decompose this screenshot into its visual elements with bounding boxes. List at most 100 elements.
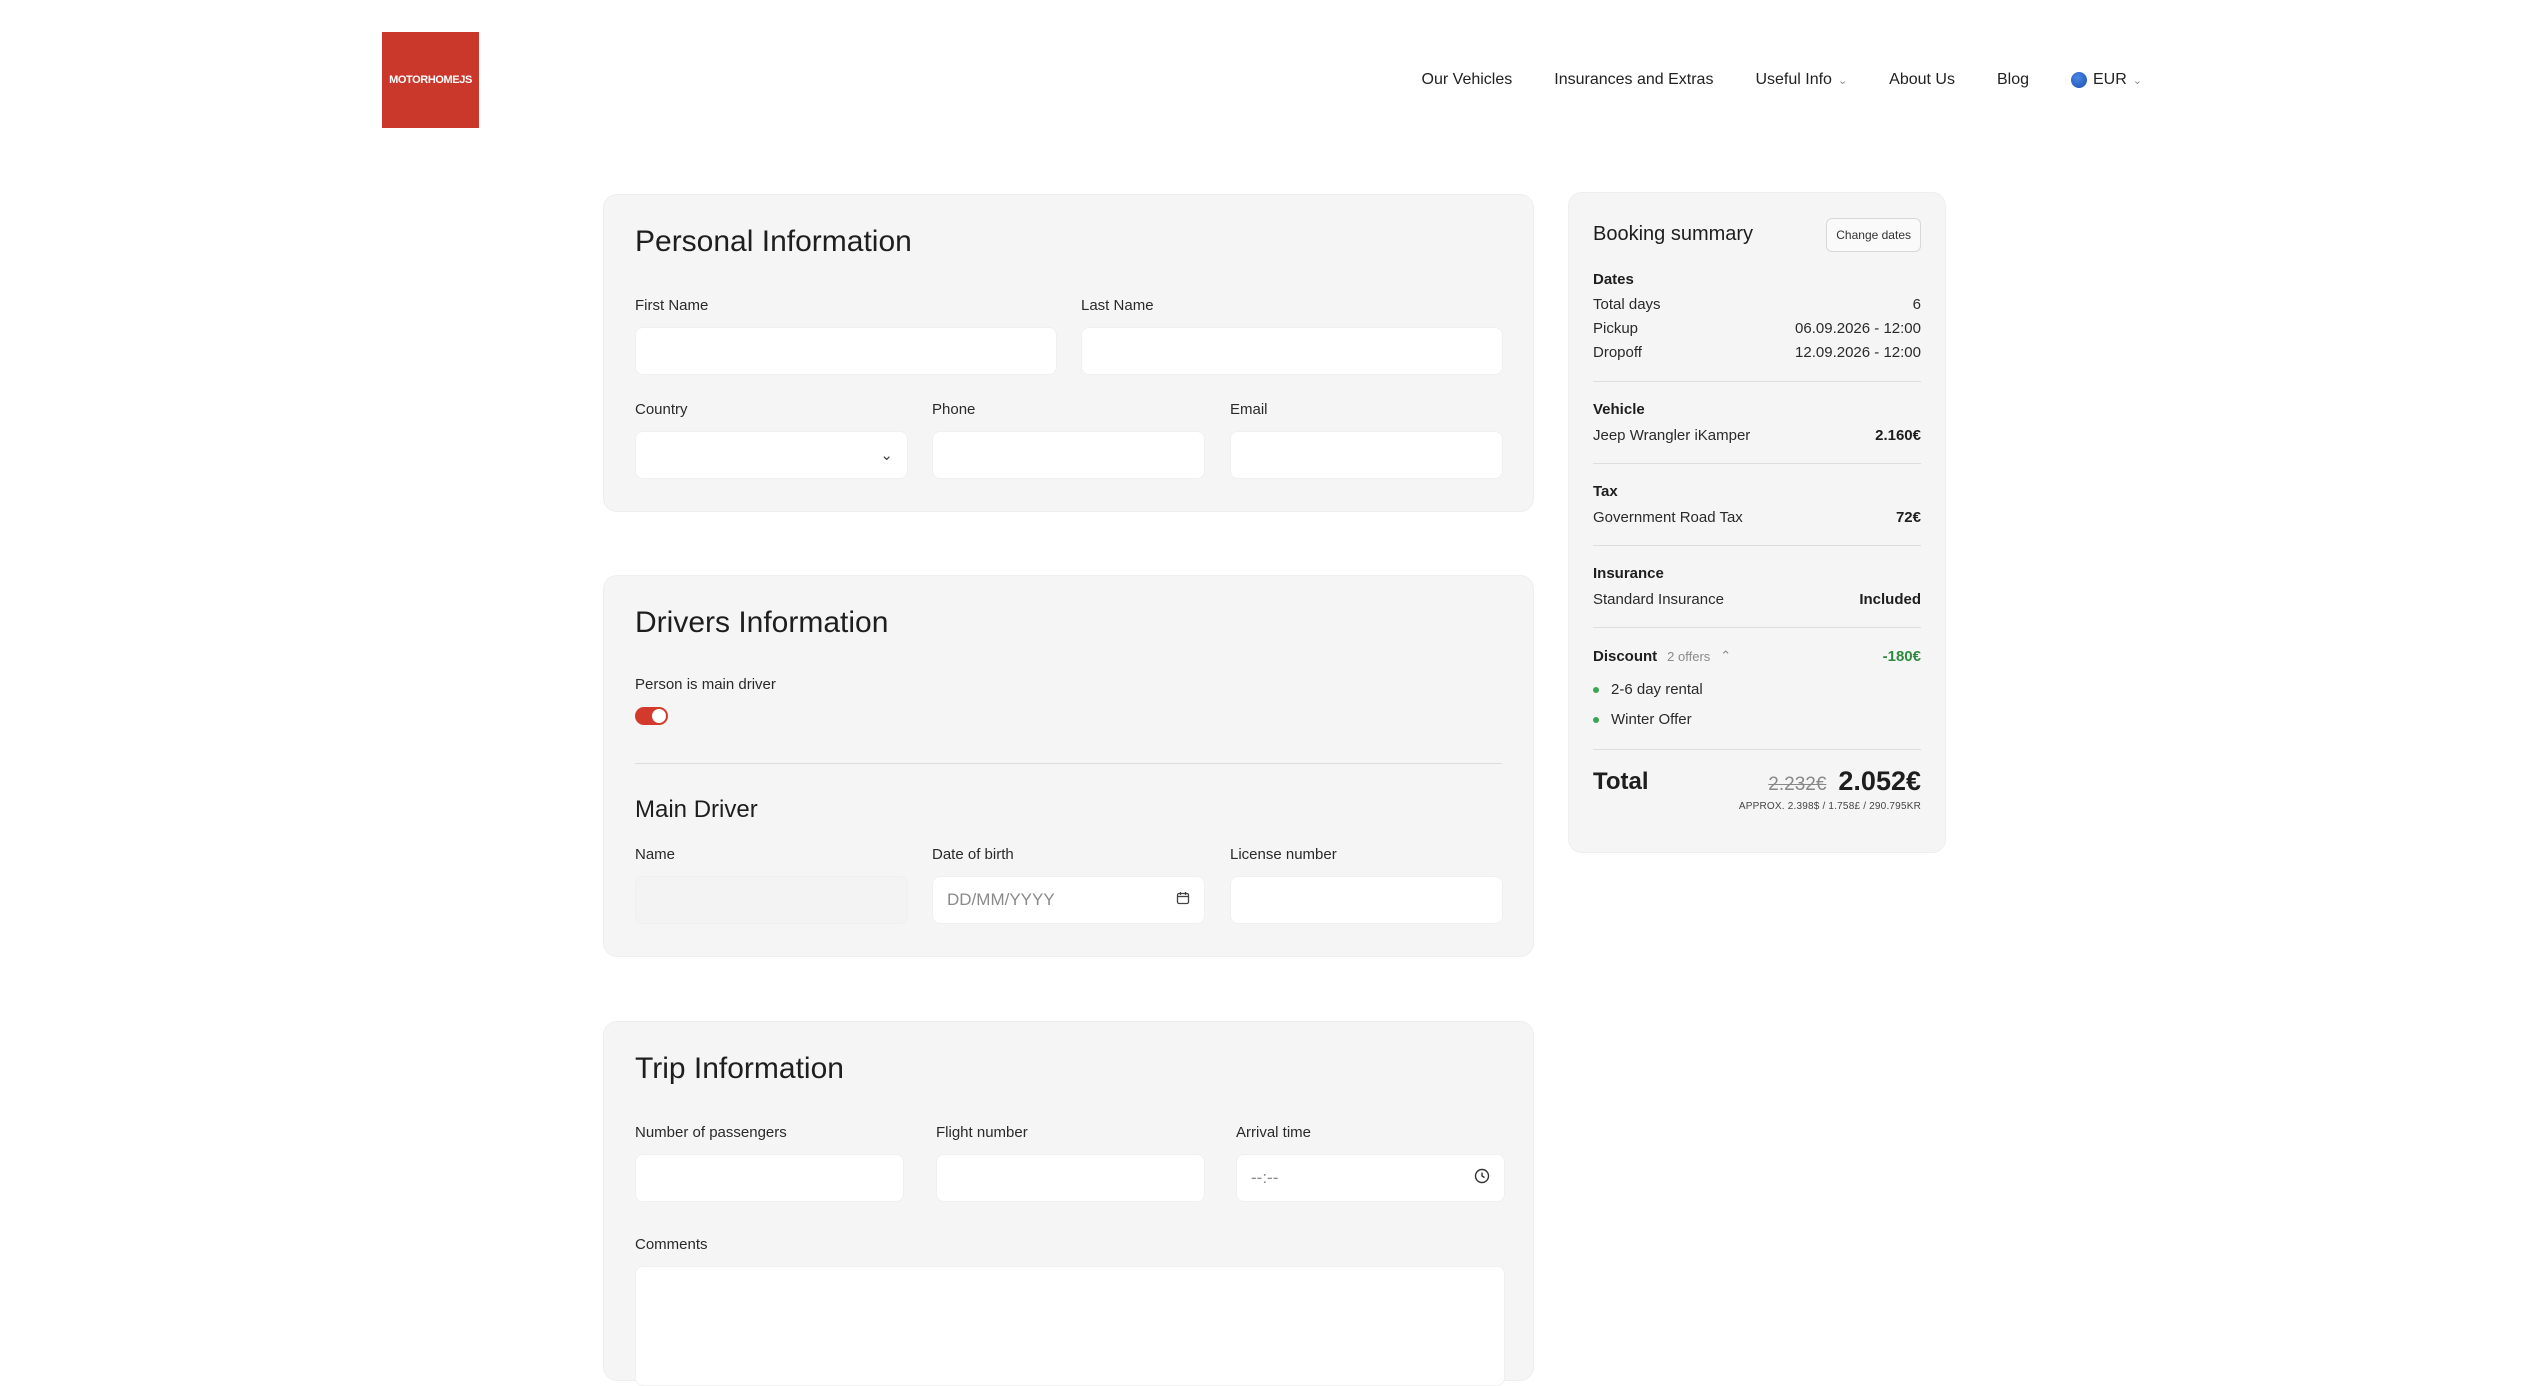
nav-label: Insurances and Extras (1554, 71, 1714, 88)
pickup-row: Pickup 06.09.2026 - 12:00 (1593, 317, 1921, 339)
discount-item-label: 2-6 day rental (1611, 681, 1703, 698)
main-driver-title: Main Driver (635, 796, 758, 823)
brand-logo-text: MOTORHOMEJS (389, 74, 472, 86)
calendar-icon[interactable] (1176, 891, 1190, 909)
row-label: Total days (1593, 295, 1661, 313)
country-label: Country (635, 401, 688, 418)
discount-heading: Discount (1593, 647, 1658, 665)
currency-label: EUR (2093, 71, 2127, 88)
row-label: Jeep Wrangler iKamper (1593, 426, 1751, 444)
nav-label: About Us (1889, 71, 1955, 88)
total-label: Total (1593, 768, 1649, 795)
dates-heading: Dates (1593, 271, 1634, 288)
nav-our-vehicles[interactable]: Our Vehicles (1422, 71, 1513, 89)
flight-number-label: Flight number (936, 1124, 1028, 1141)
row-label: Government Road Tax (1593, 508, 1743, 526)
nav-insurances-extras[interactable]: Insurances and Extras (1554, 71, 1713, 89)
drivers-information-card: Drivers Information Person is main drive… (603, 575, 1534, 957)
total-original-price: 2.232€ (1768, 774, 1827, 795)
booking-summary: Booking summary Change dates Dates Total… (1568, 192, 1946, 853)
currency-selector[interactable]: EUR ⌄ (2071, 71, 2142, 89)
nav-label: Our Vehicles (1421, 71, 1513, 88)
divider (1593, 545, 1921, 546)
nav-label: Useful Info (1755, 71, 1832, 88)
discount-offers-count: 2 offers (1667, 648, 1711, 664)
tax-row: Government Road Tax 72€ (1593, 506, 1921, 528)
divider (635, 763, 1502, 764)
arrival-time-label: Arrival time (1236, 1124, 1312, 1141)
row-label: Pickup (1593, 319, 1639, 337)
nav-label: Blog (1996, 71, 2029, 88)
divider (1593, 463, 1921, 464)
dob-placeholder: DD/MM/YYYY (947, 890, 1055, 909)
arrival-time-placeholder: --:-- (1251, 1168, 1279, 1187)
discount-item-label: Winter Offer (1611, 711, 1692, 728)
divider (1593, 627, 1921, 628)
row-value: 06.09.2026 - 12:00 (1795, 319, 1921, 337)
section-title: Trip Information (635, 1052, 844, 1085)
change-dates-button[interactable]: Change dates (1826, 218, 1921, 252)
chevron-down-icon: ⌄ (2132, 74, 2142, 87)
bullet-dot-icon (1593, 716, 1599, 723)
total-days-row: Total days 6 (1593, 293, 1921, 315)
chevron-down-icon: ⌄ (1837, 74, 1848, 87)
chevron-up-icon: ⌃ (1720, 648, 1732, 663)
comments-textarea[interactable] (635, 1266, 1505, 1386)
toggle-knob (652, 709, 666, 723)
row-label: Standard Insurance (1593, 590, 1724, 608)
passengers-label: Number of passengers (635, 1124, 787, 1141)
insurance-heading: Insurance (1593, 565, 1664, 582)
approx-conversion: APPROX. 2.398$ / 1.758£ / 290.795KR (1738, 801, 1921, 812)
flight-number-input[interactable] (936, 1154, 1205, 1202)
discount-value: -180€ (1882, 647, 1921, 665)
first-name-input[interactable] (635, 327, 1057, 375)
main-driver-toggle[interactable] (635, 707, 668, 725)
nav-useful-info[interactable]: Useful Info ⌄ (1755, 71, 1847, 89)
dob-label: Date of birth (932, 846, 1014, 863)
main-nav: Our Vehicles Insurances and Extras Usefu… (1410, 68, 2142, 92)
nav-about-us[interactable]: About Us (1889, 71, 1955, 89)
row-value: 12.09.2026 - 12:00 (1795, 343, 1921, 361)
last-name-label: Last Name (1081, 297, 1154, 314)
clock-icon[interactable] (1474, 1168, 1490, 1188)
divider (1593, 381, 1921, 382)
section-title: Drivers Information (635, 606, 889, 639)
row-label: Dropoff (1593, 343, 1642, 361)
license-label: License number (1230, 846, 1337, 863)
row-value: 6 (1912, 295, 1921, 313)
insurance-row: Standard Insurance Included (1593, 588, 1921, 610)
chevron-down-icon: ⌄ (880, 447, 893, 464)
discount-toggle-row[interactable]: Discount 2 offers ⌃ -180€ (1593, 645, 1921, 667)
row-value: 2.160€ (1875, 426, 1921, 444)
arrival-time-input[interactable]: --:-- (1236, 1154, 1505, 1202)
globe-icon (2071, 72, 2087, 88)
phone-input[interactable] (932, 431, 1205, 479)
driver-name-label: Name (635, 846, 676, 863)
comments-label: Comments (635, 1236, 708, 1253)
personal-information-card: Personal Information First Name Last Nam… (603, 194, 1534, 512)
tax-heading: Tax (1593, 483, 1618, 500)
country-select[interactable]: ⌄ (635, 431, 908, 479)
section-title: Personal Information (635, 225, 912, 258)
vehicle-row: Jeep Wrangler iKamper 2.160€ (1593, 424, 1921, 446)
passengers-input[interactable] (635, 1154, 904, 1202)
discount-item: Winter Offer (1593, 711, 1692, 728)
discount-item: 2-6 day rental (1593, 681, 1703, 698)
total-values: 2.232€ 2.052€ (1768, 766, 1921, 797)
dob-input[interactable]: DD/MM/YYYY (932, 876, 1205, 924)
vehicle-heading: Vehicle (1593, 401, 1645, 418)
bullet-dot-icon (1593, 686, 1599, 693)
last-name-input[interactable] (1081, 327, 1503, 375)
brand-logo[interactable]: MOTORHOMEJS (382, 32, 479, 128)
driver-name-input[interactable] (635, 876, 908, 924)
dropoff-row: Dropoff 12.09.2026 - 12:00 (1593, 341, 1921, 363)
row-value: Included (1859, 590, 1921, 608)
license-input[interactable] (1230, 876, 1503, 924)
nav-blog[interactable]: Blog (1997, 71, 2029, 89)
first-name-label: First Name (635, 297, 709, 314)
total-final-price: 2.052€ (1838, 766, 1921, 796)
main-driver-toggle-label: Person is main driver (635, 676, 776, 693)
trip-information-card: Trip Information Number of passengers Fl… (603, 1021, 1534, 1386)
email-input[interactable] (1230, 431, 1503, 479)
phone-label: Phone (932, 401, 976, 418)
